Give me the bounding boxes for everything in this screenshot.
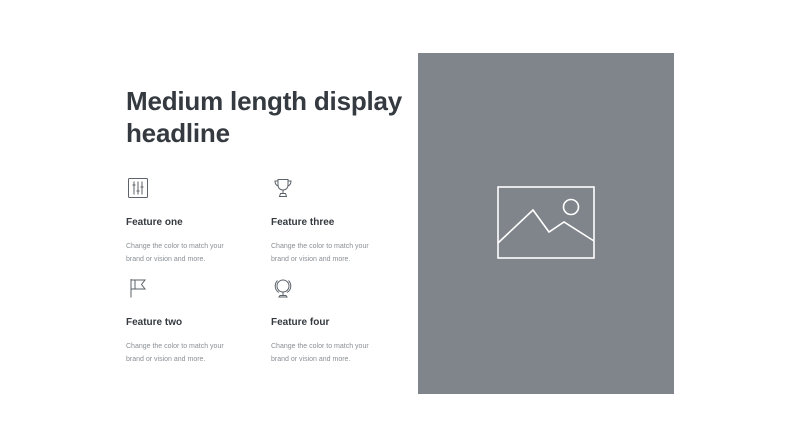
- feature-two-description: Change the color to match your brand or …: [126, 343, 224, 363]
- feature-three-description: Change the color to match your brand or …: [271, 243, 369, 263]
- feature-one: Feature one Change the color to match yo…: [126, 176, 266, 266]
- feature-two-title: Feature two: [126, 317, 183, 328]
- feature-four-title: Feature four: [271, 317, 330, 328]
- sliders-icon: [126, 176, 150, 200]
- feature-four: Feature four Change the color to match y…: [271, 276, 411, 366]
- feature-one-title: Feature one: [126, 217, 183, 228]
- feature-four-description: Change the color to match your brand or …: [271, 343, 369, 363]
- image-placeholder-icon: [497, 186, 595, 260]
- image-placeholder-panel: [418, 53, 674, 394]
- globe-icon: [271, 276, 295, 300]
- feature-three: Feature three Change the color to match …: [271, 176, 411, 266]
- feature-two: Feature two Change the color to match yo…: [126, 276, 266, 366]
- page-headline: Medium length display headline: [126, 86, 403, 148]
- feature-one-description: Change the color to match your brand or …: [126, 243, 224, 263]
- flag-icon: [126, 276, 150, 300]
- feature-three-title: Feature three: [271, 217, 335, 228]
- trophy-icon: [271, 176, 295, 200]
